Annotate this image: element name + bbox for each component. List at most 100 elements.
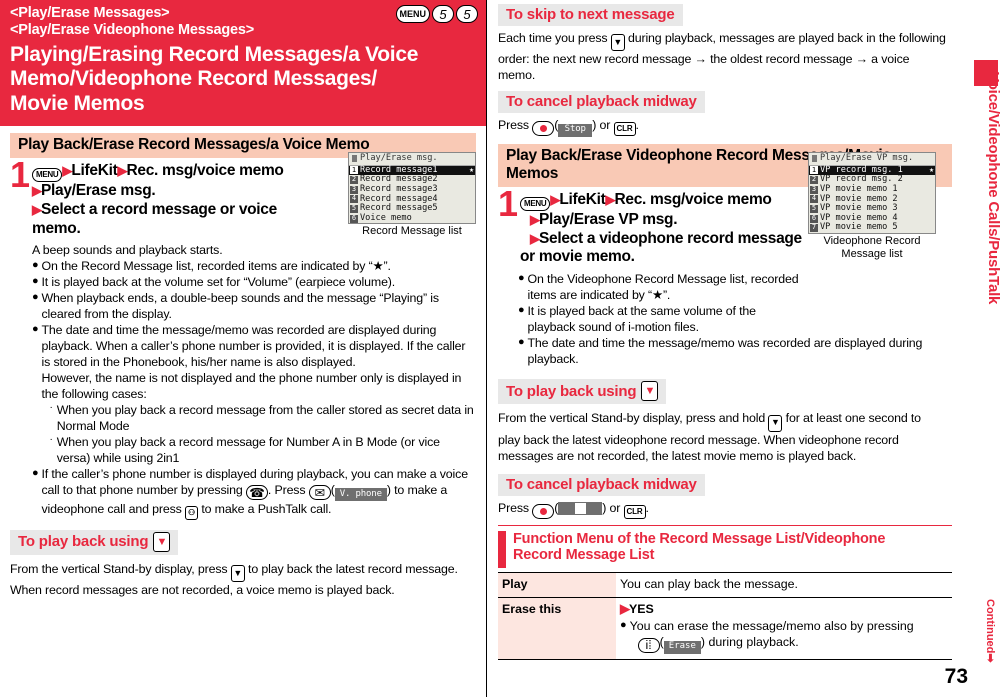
center-select-key-icon <box>532 121 555 137</box>
list-index: 4 <box>350 194 358 204</box>
numeric-key-5b-icon: 5 <box>456 5 478 23</box>
cancel-press-text: Press <box>498 118 529 133</box>
arrow-icon: ▶ <box>62 162 72 178</box>
voice-call-key-icon: ☎ <box>245 485 268 501</box>
bullet-item: ● It is played back at the volume set fo… <box>32 274 476 290</box>
cancel-body-2: Press () or CLR. <box>492 496 960 519</box>
list-index: 1 <box>810 165 818 175</box>
side-tab: Voice/Videophone Calls/PushTalk <box>960 0 1004 697</box>
bullet-icon: ● <box>518 272 525 285</box>
sub-bullet-text: When you play back a record message from… <box>56 402 474 433</box>
bullet-text: It is played back at the volume set for … <box>41 274 396 289</box>
cancel-or-text: ) or <box>602 500 621 515</box>
left-intro-text: A beep sounds and playback starts. <box>32 242 223 257</box>
list-index: 1 <box>350 165 358 175</box>
list-item[interactable]: 6 Voice memo <box>349 212 475 224</box>
down-key-icon: ▼ <box>768 414 783 432</box>
table-cell-key: Play <box>498 572 616 598</box>
list-item-label: Voice memo <box>360 212 412 223</box>
down-key-icon: ▼ <box>230 565 245 583</box>
page-banner: <Play/Erase Messages> <Play/Erase Videop… <box>0 0 486 126</box>
pushtalk-key-icon: ⚇ <box>185 505 199 520</box>
bullet-item: ● The date and time the message/memo was… <box>518 335 946 367</box>
list-index: 2 <box>350 175 358 185</box>
numeric-key-5a-icon: 5 <box>432 5 454 23</box>
bullet-icon: ● <box>620 619 627 632</box>
list-index: 5 <box>810 204 818 213</box>
screen-title-bar: Play/Erase msg. <box>349 153 475 166</box>
right-step-line3: Select a videophone record message <box>539 229 802 247</box>
bullet-item-date: ● The date and time the message/memo was… <box>32 322 476 466</box>
left-playback-heading-text: To play back using <box>18 533 149 551</box>
left-step-line1a: LifeKit <box>71 161 118 179</box>
screen-title-bar: Play/Erase VP msg. <box>809 153 935 166</box>
right-step-line1b: Rec. msg/voice memo <box>614 190 772 208</box>
skip-heading-text: To skip to next message <box>506 6 675 23</box>
figure-caption-line-1: Videophone Record <box>823 235 921 247</box>
right-step-line1a: LifeKit <box>559 190 606 208</box>
arrow-icon: ▶ <box>32 201 42 217</box>
star-icon: ★ <box>469 164 474 174</box>
red-dot-icon <box>539 125 547 133</box>
down-key-icon: ▼ <box>610 34 625 52</box>
sub-bullet-item: · When you play back a record message fr… <box>42 402 477 434</box>
menu-key-icon: MENU <box>395 5 430 23</box>
left-step-line2: Play/Erase msg. <box>41 181 156 199</box>
left-step-number: 1 <box>10 153 31 195</box>
bullet-text: When playback ends, a double-beep sounds… <box>41 290 440 321</box>
softkey-label-stop: Stop <box>558 123 593 137</box>
page-title-line-1: Playing/Erasing Record Messages/a Voice <box>10 42 419 66</box>
i-mode-key-icon: i⁞ <box>637 637 660 653</box>
list-item[interactable]: 7 VP movie memo 5 <box>809 223 935 233</box>
arrow-icon: ▶ <box>32 182 42 198</box>
right-playback-heading: To play back using ▼ <box>498 379 667 405</box>
bullet-call-text-d: to make a PushTalk call. <box>201 501 332 516</box>
bullet-item: ● It is played back at the same volume o… <box>518 303 800 335</box>
bullet-item: ● You can erase the message/memo also by… <box>620 619 914 654</box>
left-playback-heading: To play back using ▼ <box>10 529 179 555</box>
bullet-icon: ● <box>32 466 39 479</box>
cancel-body-1: Press (Stop) or CLR. <box>492 113 960 137</box>
right-step-number: 1 <box>498 182 519 224</box>
continued-label: Continued➡ <box>984 599 996 663</box>
right-playback-body: From the vertical Stand-by display, pres… <box>492 404 960 463</box>
right-step-line2: Play/Erase VP msg. <box>539 210 678 228</box>
arrow-icon: ▶ <box>530 211 540 227</box>
figure-caption: Record Message list <box>362 225 462 238</box>
skip-body: Each time you press ▼ during playback, m… <box>492 26 960 83</box>
erase-yes-label: YES <box>629 602 654 617</box>
page-title-line-3: Movie Memos <box>10 91 145 115</box>
bullet-icon: ● <box>518 336 525 349</box>
cancel-heading-1-text: To cancel playback midway <box>506 93 697 111</box>
table-row: Play You can play back the message. <box>498 572 952 598</box>
bullet-item: ● On the Videophone Record Message list,… <box>518 271 800 303</box>
clear-key-icon: CLR <box>613 122 636 137</box>
side-tab-label: Voice/Videophone Calls/PushTalk <box>985 72 1002 305</box>
bullet-icon: ● <box>32 322 39 335</box>
erase-note-text-b: ) during playback. <box>700 635 799 650</box>
bullet-item-call: ● If the caller’s phone number is displa… <box>32 466 476 520</box>
table-cell-value: You can play back the message. <box>620 577 798 592</box>
screen-title: Play/Erase VP msg. <box>820 153 914 163</box>
skip-heading: To skip to next message <box>498 4 683 26</box>
menu-shortcut-keys: MENU 5 5 <box>395 5 478 23</box>
softkey-label-erase: Erase <box>663 640 701 654</box>
table-cell-value: ▶YES ● You can erase the message/memo al… <box>616 597 952 660</box>
mail-key-icon: ✉ <box>308 485 331 501</box>
bullet-icon: ● <box>32 258 39 271</box>
cancel-heading-2: To cancel playback midway <box>498 473 705 496</box>
down-key-icon: ▼ <box>153 531 171 552</box>
bullet-icon: ● <box>518 304 525 317</box>
left-body-text: A beep sounds and playback starts. ● On … <box>0 239 486 520</box>
bullet-date-paragraph-2: However, the name is not displayed and t… <box>41 370 462 401</box>
menu-key-icon: MENU <box>520 196 551 211</box>
bullet-item: ● On the Record Message list, recorded i… <box>32 258 476 274</box>
function-menu-title-line-1: Function Menu of the Record Message List… <box>513 530 886 547</box>
cancel-press-text: Press <box>498 500 529 515</box>
right-column: To skip to next message Each time you pr… <box>492 0 960 697</box>
bullet-icon: ● <box>32 274 39 287</box>
bullet-text: On the Videophone Record Message list, r… <box>527 272 799 303</box>
list-index: 3 <box>350 184 358 194</box>
right-body-text-bottom: ● The date and time the message/memo was… <box>492 335 960 367</box>
page-title-line-2: Memo/Videophone Record Messages/ <box>10 67 377 91</box>
